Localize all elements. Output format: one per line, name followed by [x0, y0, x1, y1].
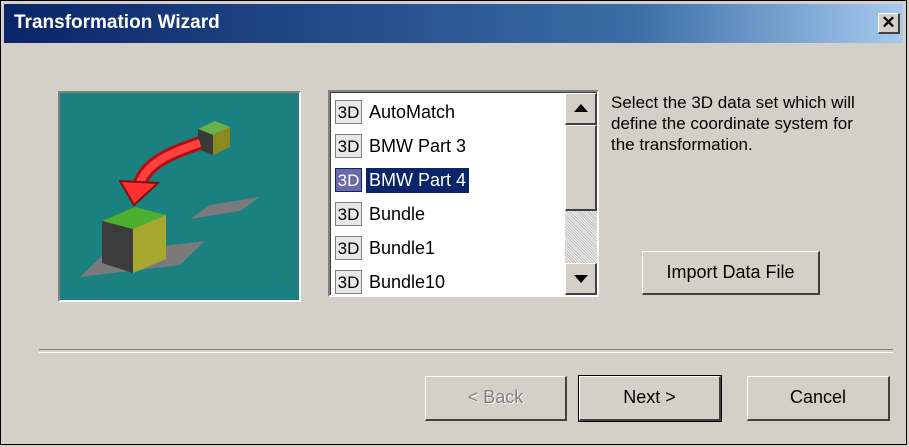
list-item[interactable]: 3D AutoMatch: [335, 95, 563, 129]
back-button[interactable]: < Back: [425, 376, 567, 421]
window-title: Transformation Wizard: [14, 12, 220, 33]
scroll-down-icon: [574, 275, 588, 283]
list-item-selected[interactable]: 3D BMW Part 4: [335, 163, 563, 197]
list-item[interactable]: 3D Bundle1: [335, 231, 563, 265]
dataset-3d-icon: 3D: [335, 168, 362, 192]
dataset-3d-icon: 3D: [335, 202, 362, 226]
next-button[interactable]: Next >: [578, 375, 722, 422]
list-item-label: Bundle: [369, 203, 426, 224]
dataset-list[interactable]: 3D AutoMatch 3D BMW Part 3 3D BMW Part 4…: [328, 90, 599, 297]
scroll-up-icon: [574, 104, 588, 112]
dataset-3d-icon: 3D: [335, 134, 362, 158]
close-icon: ✕: [881, 13, 896, 32]
transform-illustration-icon: [80, 121, 287, 277]
instruction-text: Select the 3D data set which will define…: [611, 93, 855, 154]
scroll-thumb[interactable]: [565, 125, 597, 211]
title-bar[interactable]: Transformation Wizard ✕: [4, 4, 903, 43]
dataset-list-items: 3D AutoMatch 3D BMW Part 3 3D BMW Part 4…: [335, 95, 563, 299]
list-scrollbar[interactable]: [565, 93, 597, 295]
list-item[interactable]: 3D Bundle10: [335, 265, 563, 299]
close-button[interactable]: ✕: [878, 13, 900, 34]
list-item-label: BMW Part 3: [369, 135, 467, 156]
list-item-label: Bundle1: [369, 237, 436, 258]
cancel-button[interactable]: Cancel: [747, 376, 890, 421]
list-item-label: Bundle10: [369, 271, 446, 292]
dataset-3d-icon: 3D: [335, 236, 362, 260]
scroll-up-button[interactable]: [565, 93, 597, 125]
dataset-3d-icon: 3D: [335, 270, 362, 294]
list-item-label: AutoMatch: [369, 101, 456, 122]
scroll-down-button[interactable]: [565, 263, 597, 295]
list-item[interactable]: 3D BMW Part 3: [335, 129, 563, 163]
wizard-window: Transformation Wizard ✕ 3D AutoMatch 3D …: [0, 0, 907, 445]
list-item[interactable]: 3D Bundle: [335, 197, 563, 231]
import-data-file-button[interactable]: Import Data File: [642, 251, 820, 295]
dataset-3d-icon: 3D: [335, 100, 362, 124]
list-item-label: BMW Part 4: [366, 167, 470, 193]
divider: [39, 349, 893, 353]
transform-illustration: [58, 91, 301, 302]
